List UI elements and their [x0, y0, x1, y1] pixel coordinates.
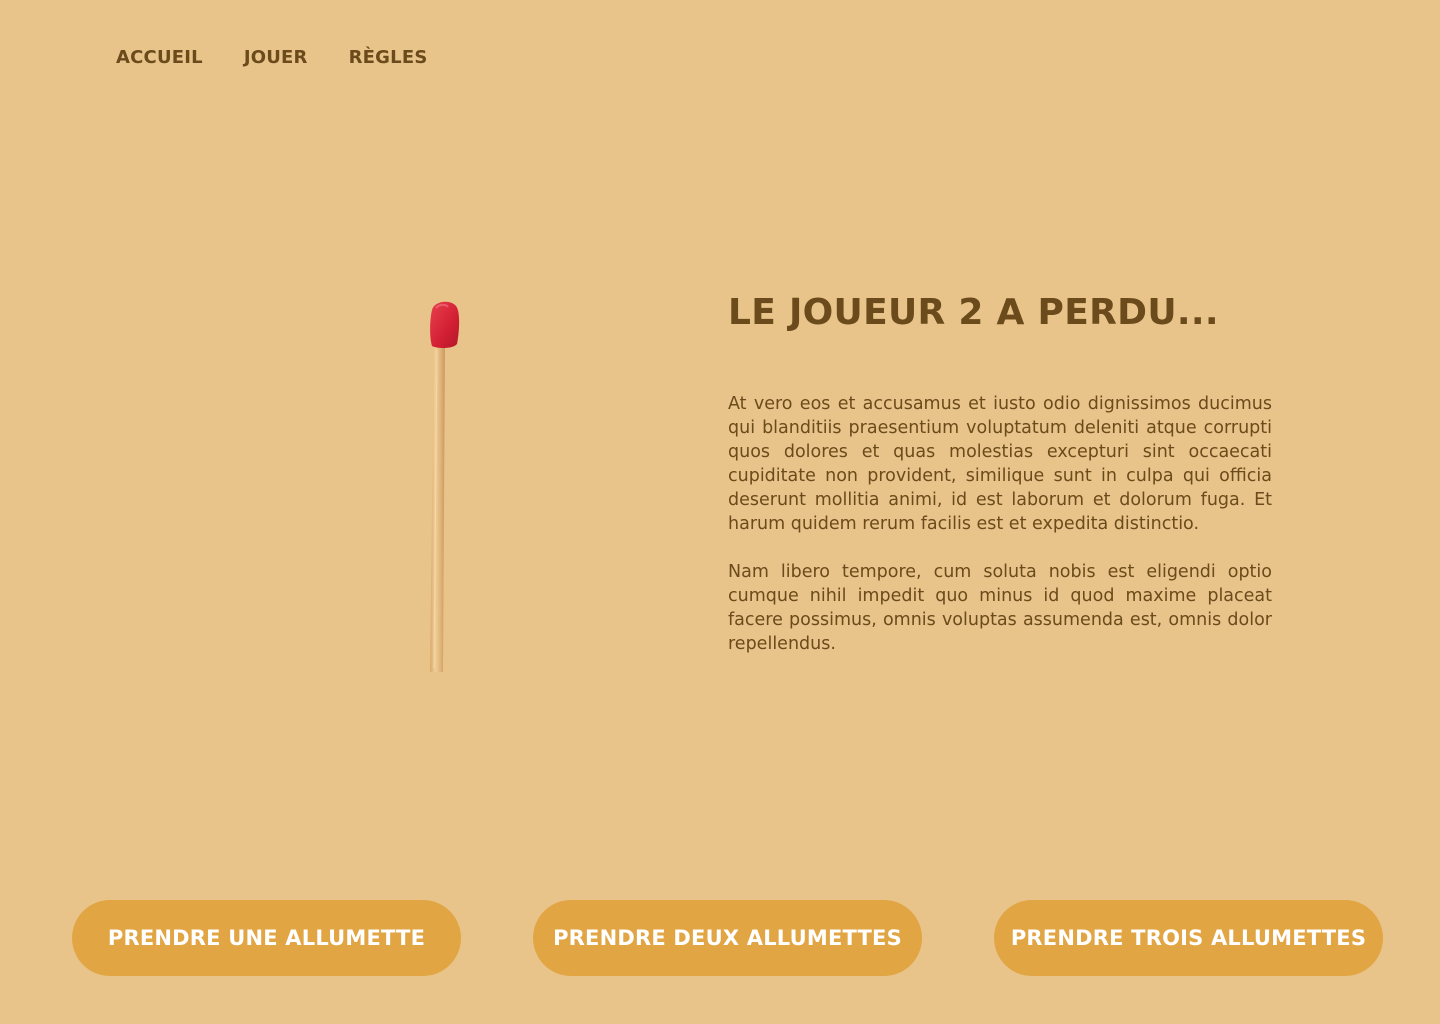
main-nav: ACCUEIL JOUER RÈGLES [116, 47, 428, 68]
nav-item-jouer[interactable]: JOUER [244, 47, 308, 68]
take-two-matches-button[interactable]: PRENDRE DEUX ALLUMETTES [533, 900, 922, 976]
nav-item-accueil[interactable]: ACCUEIL [116, 47, 203, 68]
result-paragraph-2: Nam libero tempore, cum soluta nobis est… [728, 562, 1272, 654]
result-description: At vero eos et accusamus et iusto odio d… [728, 392, 1272, 680]
matchstick[interactable] [424, 300, 464, 674]
result-title: LE JOUEUR 2 A PERDU... [728, 292, 1219, 333]
match-stick [430, 344, 445, 672]
match-head [430, 301, 460, 349]
result-paragraph-1: At vero eos et accusamus et iusto odio d… [728, 394, 1272, 534]
nav-item-regles[interactable]: RÈGLES [349, 47, 428, 68]
take-one-match-button[interactable]: PRENDRE UNE ALLUMETTE [72, 900, 461, 976]
take-three-matches-button[interactable]: PRENDRE TROIS ALLUMETTES [994, 900, 1383, 976]
